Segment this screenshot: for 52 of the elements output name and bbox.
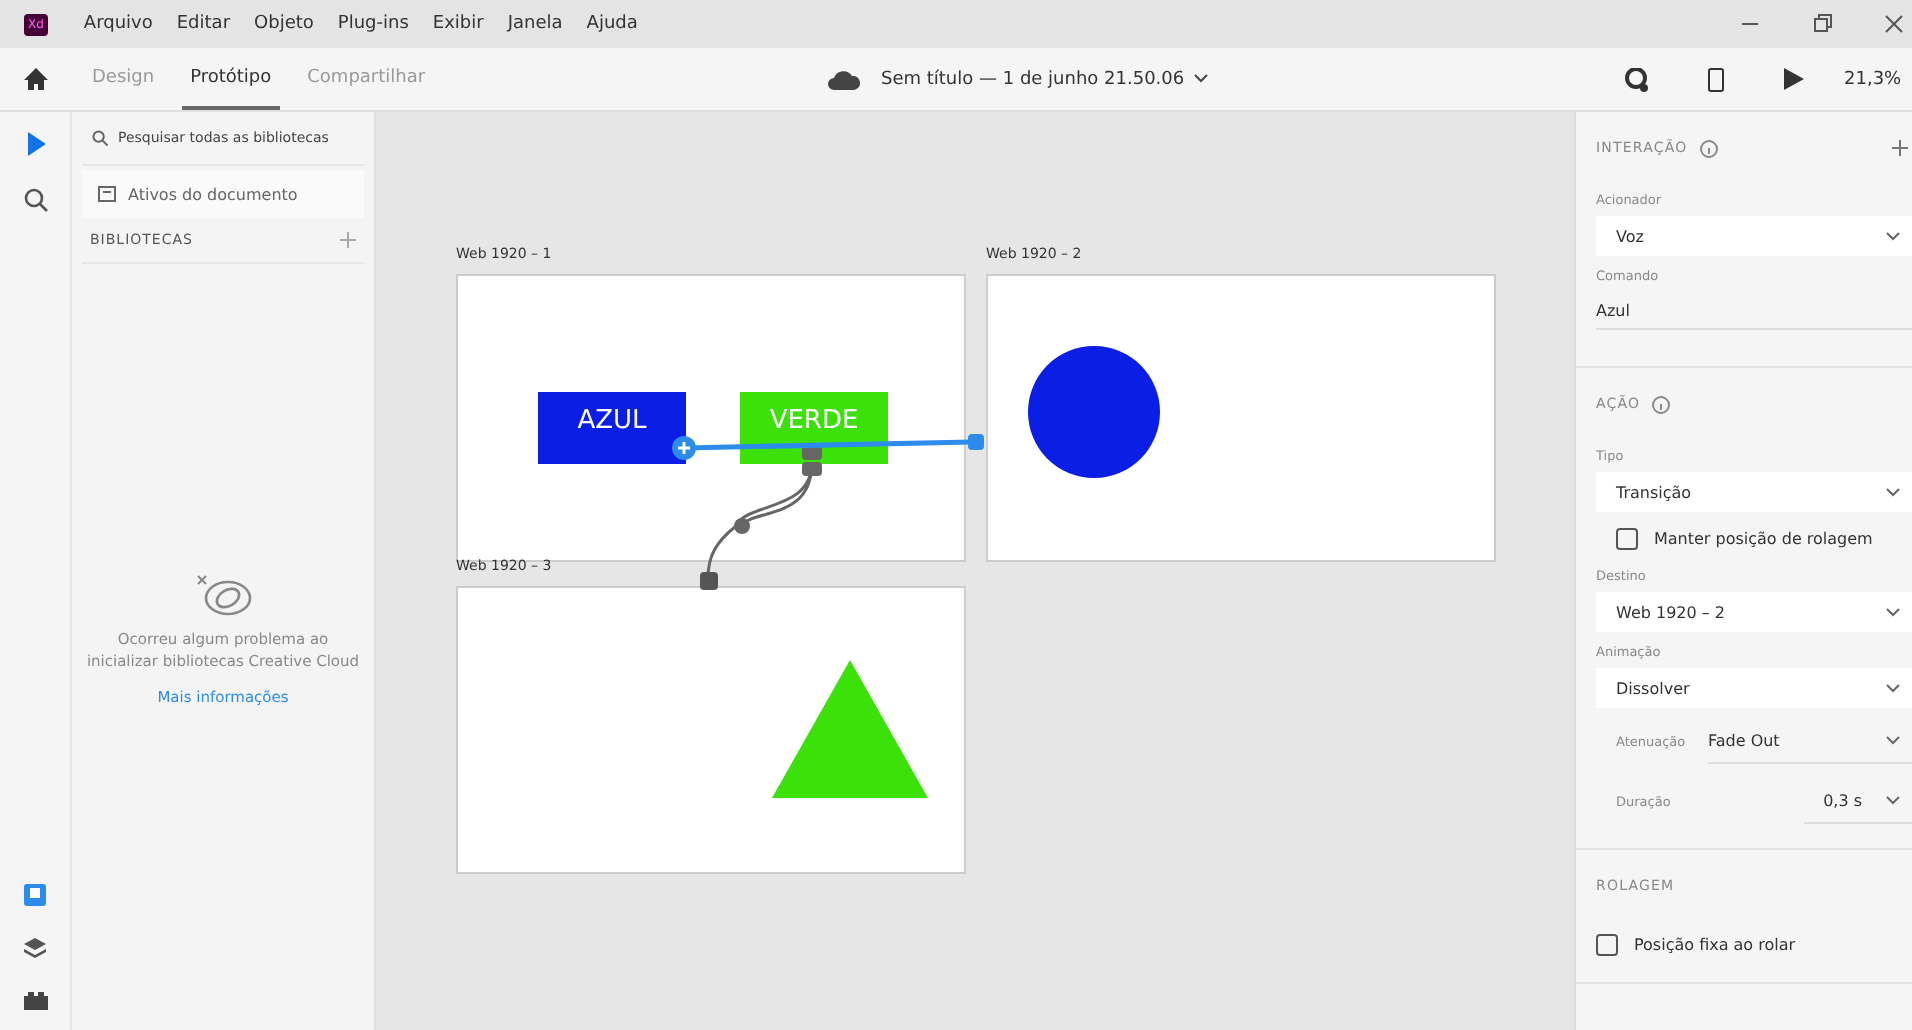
prototype-button[interactable]: AZUL — [538, 392, 686, 464]
circle-shape[interactable] — [1028, 346, 1160, 478]
menu-item[interactable]: Exibir — [432, 14, 484, 34]
chevron-icon — [1886, 796, 1900, 806]
artboard[interactable] — [986, 274, 1496, 562]
search-icon[interactable] — [23, 188, 47, 212]
select-tool-icon[interactable] — [25, 132, 45, 156]
chevron-icon — [1886, 487, 1900, 497]
transition-wire[interactable] — [672, 434, 984, 460]
search-icon — [92, 130, 108, 146]
menu-item[interactable]: Janela — [507, 14, 563, 34]
chevron-icon — [1886, 607, 1900, 617]
checkbox[interactable] — [1596, 933, 1618, 955]
command-field[interactable]: Azul — [1596, 292, 1912, 330]
info-icon[interactable] — [1652, 395, 1671, 413]
checkbox[interactable] — [1616, 527, 1638, 549]
easing-dropdown[interactable]: Fade Out — [1708, 721, 1912, 763]
close-icon[interactable] — [1884, 14, 1904, 34]
user-icon[interactable] — [1624, 67, 1649, 91]
chevron-icon — [1886, 683, 1900, 693]
chevron-icon — [1194, 74, 1209, 84]
add-icon[interactable] — [1892, 140, 1908, 156]
home-icon[interactable] — [24, 68, 48, 90]
phone-icon[interactable] — [1708, 67, 1725, 91]
trigger-wire[interactable] — [700, 444, 822, 590]
duration-dropdown[interactable]: 0,3 s — [1804, 781, 1912, 823]
broken-cloud-icon — [193, 572, 253, 616]
zoom-level[interactable]: 21,3% — [1844, 69, 1901, 89]
document-assets-item[interactable]: Ativos do documento — [82, 170, 364, 218]
menu-item[interactable]: Objeto — [254, 14, 314, 34]
menu-item[interactable]: Plug-ins — [337, 14, 409, 34]
play-icon[interactable] — [1784, 68, 1805, 90]
document-title[interactable]: Sem título — 1 de junho 21.50.06 — [880, 69, 1209, 89]
restore-icon[interactable] — [1812, 14, 1832, 34]
menu-item[interactable]: Ajuda — [586, 14, 638, 34]
chevron-icon — [1886, 736, 1900, 746]
animation-dropdown[interactable]: Dissolver — [1596, 668, 1912, 708]
cloud-icon — [828, 69, 861, 89]
menu-item[interactable]: Arquivo — [83, 14, 153, 34]
artboard[interactable]: AZUL VERDE — [456, 274, 966, 562]
destination-dropdown[interactable]: Web 1920 – 2 — [1596, 592, 1912, 632]
type-dropdown[interactable]: Transição — [1596, 472, 1912, 512]
checkbox-label: Manter posição de rolagem — [1654, 529, 1873, 547]
document-icon — [98, 186, 116, 202]
menu-item[interactable]: Editar — [176, 14, 231, 34]
chevron-icon — [1886, 231, 1900, 241]
trigger-dropdown[interactable]: Voz — [1596, 216, 1912, 256]
layers-icon[interactable] — [24, 938, 46, 958]
checkbox-label: Posição fixa ao rolar — [1634, 935, 1796, 953]
libraries-icon[interactable] — [24, 884, 46, 906]
plugins-icon[interactable] — [23, 990, 47, 1010]
info-icon[interactable] — [1699, 139, 1718, 157]
